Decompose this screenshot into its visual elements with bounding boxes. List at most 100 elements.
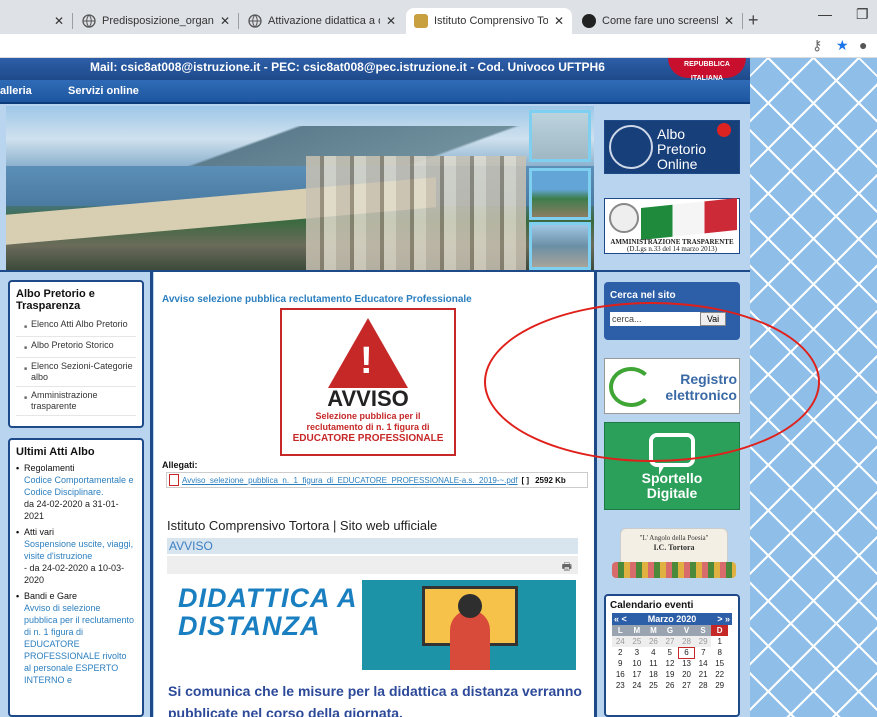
calendar-day[interactable]: 3 <box>629 647 646 658</box>
calendar-day[interactable]: 10 <box>629 658 646 669</box>
menu-item-amministrazione[interactable]: Amministrazione trasparente <box>16 387 136 416</box>
account-icon[interactable]: ● <box>859 37 867 53</box>
close-tab-icon[interactable]: ✕ <box>386 14 396 28</box>
calendar-month: Marzo 2020 <box>647 614 697 624</box>
calendar-day[interactable]: 19 <box>662 669 679 680</box>
close-tab-icon[interactable]: ✕ <box>54 14 64 28</box>
calendar-day[interactable]: 26 <box>662 680 679 691</box>
avviso-image[interactable]: ! AVVISO Selezione pubblica per il reclu… <box>280 308 456 456</box>
close-tab-icon[interactable]: ✕ <box>554 14 564 28</box>
calendar-day[interactable]: 23 <box>612 680 629 691</box>
calendar-day[interactable]: 17 <box>629 669 646 680</box>
ultimi-atti-box: Ultimi Atti Albo Regolamenti Codice Comp… <box>8 438 144 717</box>
tab-1[interactable]: Predisposizione_organizzative_pe ✕ <box>74 8 238 34</box>
header-strip: Mail: csic8at008@istruzione.it - PEC: cs… <box>0 58 750 82</box>
web-page: Mail: csic8at008@istruzione.it - PEC: cs… <box>0 58 877 717</box>
calendar-day[interactable]: 25 <box>645 680 662 691</box>
italian-flag-icon <box>641 197 737 241</box>
calendar-day[interactable]: 29 <box>711 680 728 691</box>
menu-item-elenco-atti[interactable]: Elenco Atti Albo Pretorio <box>16 316 136 337</box>
calendar-day[interactable]: 20 <box>678 669 695 680</box>
calendar-day[interactable]: 9 <box>612 658 629 669</box>
main-nav: alleria Servizi online <box>0 80 750 104</box>
calendar-day[interactable]: 1 <box>711 636 728 647</box>
address-bar: ⚷ ★ ● <box>0 34 877 58</box>
registro-logo-icon <box>609 367 653 407</box>
calendar-day[interactable]: 13 <box>678 658 695 669</box>
embedded-toolbar: 🖶 <box>167 556 578 574</box>
atto-link[interactable]: Sospensione uscite, viaggi, visite d'ist… <box>24 538 136 562</box>
amministrazione-trasparente-link[interactable]: AMMINISTRAZIONE TRASPARENTE (D.Lgs n.33 d… <box>604 197 740 254</box>
republic-badge: REPUBBLICA ITALIANA <box>668 58 746 82</box>
calendar-day[interactable]: 2 <box>612 647 629 658</box>
calendar-day[interactable]: 22 <box>711 669 728 680</box>
site-favicon-icon <box>582 14 596 28</box>
calendar-day[interactable]: 21 <box>695 669 712 680</box>
nav-item-servizi[interactable]: Servizi online <box>68 85 139 97</box>
calendar-prev-button[interactable]: « < <box>614 614 627 624</box>
albo-menu-box: Albo Pretorio e Trasparenza Elenco Atti … <box>8 280 144 428</box>
calendar-title: Calendario eventi <box>610 600 694 611</box>
browser-tab-bar: ✕ Predisposizione_organizzative_pe ✕ Att… <box>0 0 877 34</box>
calendar-day[interactable]: 6 <box>677 646 696 659</box>
nav-item-galleria[interactable]: alleria <box>0 85 32 97</box>
tab-title: Come fare uno screenshot Windo <box>602 15 718 27</box>
sportello-digitale-link[interactable]: Sportello Digitale <box>604 422 740 510</box>
calendar-day[interactable]: 27 <box>678 680 695 691</box>
menu-item-elenco-sezioni[interactable]: Elenco Sezioni-Categorie albo <box>16 358 136 387</box>
calendar-day[interactable]: 5 <box>662 647 679 658</box>
calendar-day[interactable]: 14 <box>695 658 712 669</box>
calendar-day[interactable]: 24 <box>612 636 629 647</box>
albo-pretorio-online-link[interactable]: Albo Pretorio Online <box>604 120 740 174</box>
key-icon[interactable]: ⚷ <box>812 37 822 54</box>
calendar-day[interactable]: 26 <box>645 636 662 647</box>
registro-elettronico-link[interactable]: Registro elettronico <box>604 358 740 414</box>
calendar-day[interactable]: 28 <box>678 636 695 647</box>
calendar-day[interactable]: 8 <box>711 647 728 658</box>
tab-2[interactable]: Attivazione didattica a distanza.p ✕ <box>240 8 404 34</box>
atto-link[interactable]: Codice Comportamentale e Codice Discipli… <box>24 474 136 498</box>
tab-0[interactable]: ✕ <box>40 8 72 34</box>
new-tab-button[interactable]: + <box>748 10 759 31</box>
banner-thumb[interactable] <box>529 110 591 162</box>
hero-banner <box>6 106 594 270</box>
search-input[interactable]: cerca... <box>610 312 700 326</box>
star-icon[interactable]: ★ <box>836 37 849 54</box>
menu-item-albo-storico[interactable]: Albo Pretorio Storico <box>16 337 136 358</box>
restore-button[interactable]: ❐ <box>856 6 869 23</box>
calendar-day[interactable]: 15 <box>711 658 728 669</box>
calendar-dow: M <box>645 625 662 636</box>
minimize-button[interactable]: — <box>818 6 832 22</box>
angolo-poesia-link[interactable]: "L' Angolo della Poesia" I.C. Tortora <box>612 518 736 582</box>
printer-icon[interactable]: 🖶 <box>562 558 572 577</box>
tab-3-active[interactable]: Istituto Comprensivo Tortora | Sit ✕ <box>406 8 572 34</box>
divider <box>150 270 153 717</box>
calendar-day[interactable]: 4 <box>645 647 662 658</box>
attachment-link[interactable]: Avviso_selezione_pubblica_n._1_figura_di… <box>166 472 588 488</box>
search-box: Cerca nel sito cerca... Vai <box>604 282 740 340</box>
calendar-day[interactable]: 24 <box>629 680 646 691</box>
calendar-day[interactable]: 7 <box>695 647 712 658</box>
calendar-dow: G <box>661 625 679 636</box>
calendar-dow: D <box>711 625 728 636</box>
tab-4[interactable]: Come fare uno screenshot Windo ✕ <box>574 8 742 34</box>
news-headline[interactable]: Avviso selezione pubblica reclutamento E… <box>162 294 472 305</box>
banner-thumb[interactable] <box>529 222 591 270</box>
calendar-day[interactable]: 29 <box>694 636 712 647</box>
atto-link[interactable]: Avviso di selezione pubblica per il recl… <box>24 602 136 686</box>
calendar-day[interactable]: 11 <box>645 658 662 669</box>
calendar-next-button[interactable]: > » <box>717 614 730 624</box>
calendar-day[interactable]: 12 <box>662 658 679 669</box>
banner-thumb[interactable] <box>529 168 591 220</box>
calendar-day[interactable]: 18 <box>645 669 662 680</box>
search-button[interactable]: Vai <box>700 312 726 326</box>
calendar-day[interactable]: 16 <box>612 669 629 680</box>
calendar-day[interactable]: 27 <box>661 636 679 647</box>
close-tab-icon[interactable]: ✕ <box>220 14 230 28</box>
calendar-grid: LMMGVSD 24 25 26 27 28 29 1 2 3 4 5 6 7 8 9 10 11 12 13 14 1… <box>612 625 728 691</box>
avviso-title: AVVISO <box>327 386 409 411</box>
calendar-day[interactable]: 25 <box>628 636 646 647</box>
calendar-day[interactable]: 28 <box>695 680 712 691</box>
embedded-post-title[interactable]: AVVISO <box>167 538 578 554</box>
close-tab-icon[interactable]: ✕ <box>724 14 734 28</box>
